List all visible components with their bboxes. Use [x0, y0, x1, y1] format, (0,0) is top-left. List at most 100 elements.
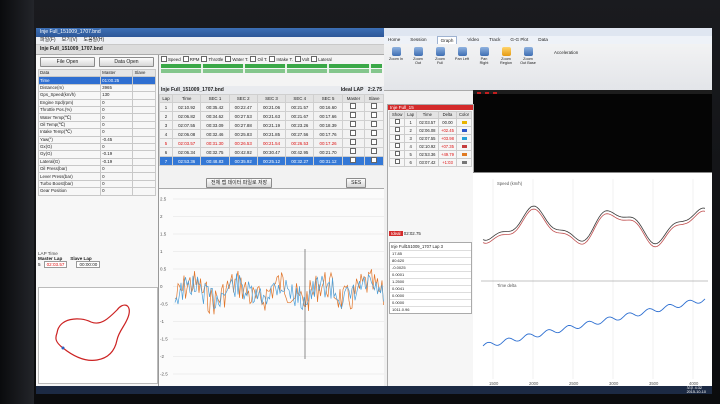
ribbon-tab[interactable]: Graph	[436, 36, 458, 44]
lap-master-check[interactable]	[341, 156, 366, 167]
ribbon-button[interactable]: Pan Left	[454, 47, 470, 65]
checkbox-icon[interactable]	[294, 56, 301, 62]
file-open-button[interactable]: File Open	[40, 57, 95, 67]
menu-help[interactable]: 도움말(H)	[83, 37, 104, 44]
menu-file[interactable]: 파일(F)	[40, 37, 56, 44]
lap-column-header[interactable]: Slave	[364, 93, 384, 104]
lap-row[interactable]: 3 02:07.55 00:33.09 00:27.88 00:21.19 00:23.2…	[158, 120, 384, 131]
lap-column-header[interactable]: SEC 1	[200, 93, 230, 104]
ribbon-button[interactable]: Zoom Out Base	[520, 47, 536, 65]
lap-row[interactable]: 7 02:53.36 00:48.83 00:35.92 00:25.12 00:32.2…	[158, 156, 384, 167]
ribbon-tab[interactable]: Session	[410, 36, 426, 44]
channel-row[interactable]: Engine Spd(rpm) 0	[37, 98, 156, 107]
ses-button[interactable]: SES	[346, 178, 367, 188]
ribbon-tab[interactable]: G-G Plot	[510, 36, 528, 44]
session-color-swatch[interactable]	[456, 118, 472, 128]
ribbon-button[interactable]: Zoom Out	[410, 47, 426, 65]
lap-column-header[interactable]: SEC 3	[256, 93, 287, 104]
checkbox-icon[interactable]	[201, 56, 208, 62]
lap-row[interactable]: 6 02:06.34 00:32.75 00:42.92 00:30.47 00:42.9…	[158, 147, 384, 158]
session-show-check[interactable]	[388, 150, 406, 160]
lap-column-header[interactable]: SEC 2	[228, 93, 258, 104]
lap-slave-check[interactable]	[364, 129, 384, 140]
channel-checkbox[interactable]: Lateral	[311, 56, 332, 62]
session-row[interactable]: 3 02:07.55 +03.98	[388, 134, 472, 144]
channel-row[interactable]: Lateral(G) -0.19	[37, 157, 156, 167]
checkbox-icon[interactable]	[269, 56, 276, 62]
lap-column-header[interactable]: Time	[172, 93, 202, 104]
ribbon-tab[interactable]: Track	[489, 36, 500, 44]
channel-row[interactable]: Turbo Boost(bar) 0	[37, 179, 156, 189]
session-color-swatch[interactable]	[456, 158, 472, 168]
channel-checkbox[interactable]: Speed	[161, 56, 181, 62]
ribbon-button[interactable]: Zoom Full	[432, 47, 448, 65]
channel-row[interactable]: Gear Position 0	[37, 187, 156, 196]
session-color-swatch[interactable]	[456, 142, 472, 152]
channel-row[interactable]: Gps_Speed(km/h) 130	[37, 91, 156, 100]
speed-graph[interactable]: 1500 2000 2500 3000 3500 4000 Speed (km/h) Time…	[473, 172, 712, 394]
ribbon-button[interactable]: Zoom In	[388, 47, 404, 65]
lap-row[interactable]: 5 02:03.57 00:31.30 00:26.53 00:21.54 00:26.5…	[158, 138, 384, 149]
lap-slave-check[interactable]	[364, 156, 384, 167]
ribbon-button[interactable]: Pan Right	[476, 47, 492, 65]
lap-row[interactable]: 2 02:06.82 00:34.62 00:27.53 00:21.63 00:21.6…	[158, 111, 384, 122]
lap-master-check[interactable]	[341, 111, 366, 122]
lap-master-check[interactable]	[341, 120, 366, 131]
lap-slave-check[interactable]	[364, 120, 384, 131]
lap-column-header[interactable]: SEC 5	[313, 93, 343, 104]
session-row[interactable]: 2 02:06.08 +02.45	[388, 126, 472, 136]
session-row[interactable]: 6 03:07.42 +1:03	[388, 158, 472, 168]
lap-column-header[interactable]: Master	[341, 93, 366, 104]
lap-row[interactable]: 1 02:10.92 00:35.42 00:22.47 00:21.06 00:21.5…	[158, 102, 384, 113]
channel-row[interactable]: Distance(m) 3965	[37, 83, 156, 93]
session-color-swatch[interactable]	[456, 126, 472, 136]
channel-checkbox[interactable]: Throttle	[201, 56, 223, 62]
lap-column-header[interactable]: Lap	[158, 93, 174, 104]
lap-slave-check[interactable]	[364, 102, 384, 113]
channel-checkbox[interactable]: Oil T.	[250, 56, 267, 62]
channel-row[interactable]: Gx(G) 0	[37, 142, 156, 152]
lap-slave-check[interactable]	[364, 147, 384, 158]
checkbox-icon[interactable]	[225, 56, 232, 62]
channel-row[interactable]: Water Temp(℃) 0	[37, 113, 156, 122]
track-map[interactable]	[38, 287, 158, 384]
session-show-check[interactable]	[388, 126, 406, 136]
lap-graph[interactable]: 2.521.510.50-0.5-1-1.5-2-2.5502.001002.0…	[159, 188, 384, 394]
lap-master-check[interactable]	[341, 147, 366, 158]
video-area[interactable]	[473, 94, 712, 172]
channel-row[interactable]: Gy(G) -0.19	[37, 150, 156, 159]
lap-master-check[interactable]	[341, 129, 366, 140]
channel-row[interactable]: Throttle Pos.(%) 0	[37, 105, 156, 115]
session-row[interactable]: 4 02:10.92 +07.35	[388, 142, 472, 152]
channel-row[interactable]: Lever Press(bar) 0	[37, 172, 156, 181]
session-row[interactable]: 1 02:03.57 00.00	[388, 118, 472, 128]
channel-row[interactable]: Yaw(°) -0.45	[37, 135, 156, 144]
session-row[interactable]: 5 02:53.36 +49.79	[388, 150, 472, 160]
channel-checkbox[interactable]: Intake T.	[269, 56, 293, 62]
channel-row[interactable]: Oil Press(bar) 0	[37, 165, 156, 174]
ribbon-button[interactable]: Zoom Region	[498, 47, 514, 65]
channel-checkbox[interactable]: Water T.	[225, 56, 248, 62]
lap-column-header[interactable]: SEC 4	[285, 93, 315, 104]
ribbon-tab[interactable]: Home	[388, 36, 400, 44]
ribbon-tab[interactable]: Video	[467, 36, 479, 44]
save-all-laps-button[interactable]: 전체 랩 데이터 파일로 저장	[206, 178, 273, 188]
channel-checkbox[interactable]: RPM	[182, 56, 199, 62]
data-open-button[interactable]: Data Open	[99, 57, 154, 67]
checkbox-icon[interactable]	[161, 56, 167, 62]
session-show-check[interactable]	[388, 158, 406, 168]
lap-row[interactable]: 4 02:06.08 00:32.46 00:25.83 00:21.85 00:27.5…	[158, 129, 384, 140]
ribbon-tab[interactable]: Data	[538, 36, 548, 44]
session-color-swatch[interactable]	[456, 134, 472, 144]
channel-checkbox[interactable]: Volt	[294, 56, 309, 62]
channel-row[interactable]: Time 01:00.25	[37, 76, 156, 85]
session-show-check[interactable]	[388, 118, 406, 128]
lap-slave-check[interactable]	[364, 111, 384, 122]
menu-view[interactable]: 보기(V)	[62, 37, 78, 44]
checkbox-icon[interactable]	[250, 56, 257, 62]
lap-slave-check[interactable]	[364, 138, 384, 149]
channel-row[interactable]: Intake Temp(℃) 0	[37, 128, 156, 137]
lap-master-check[interactable]	[341, 102, 366, 113]
checkbox-icon[interactable]	[311, 56, 318, 62]
lap-master-check[interactable]	[341, 138, 366, 149]
